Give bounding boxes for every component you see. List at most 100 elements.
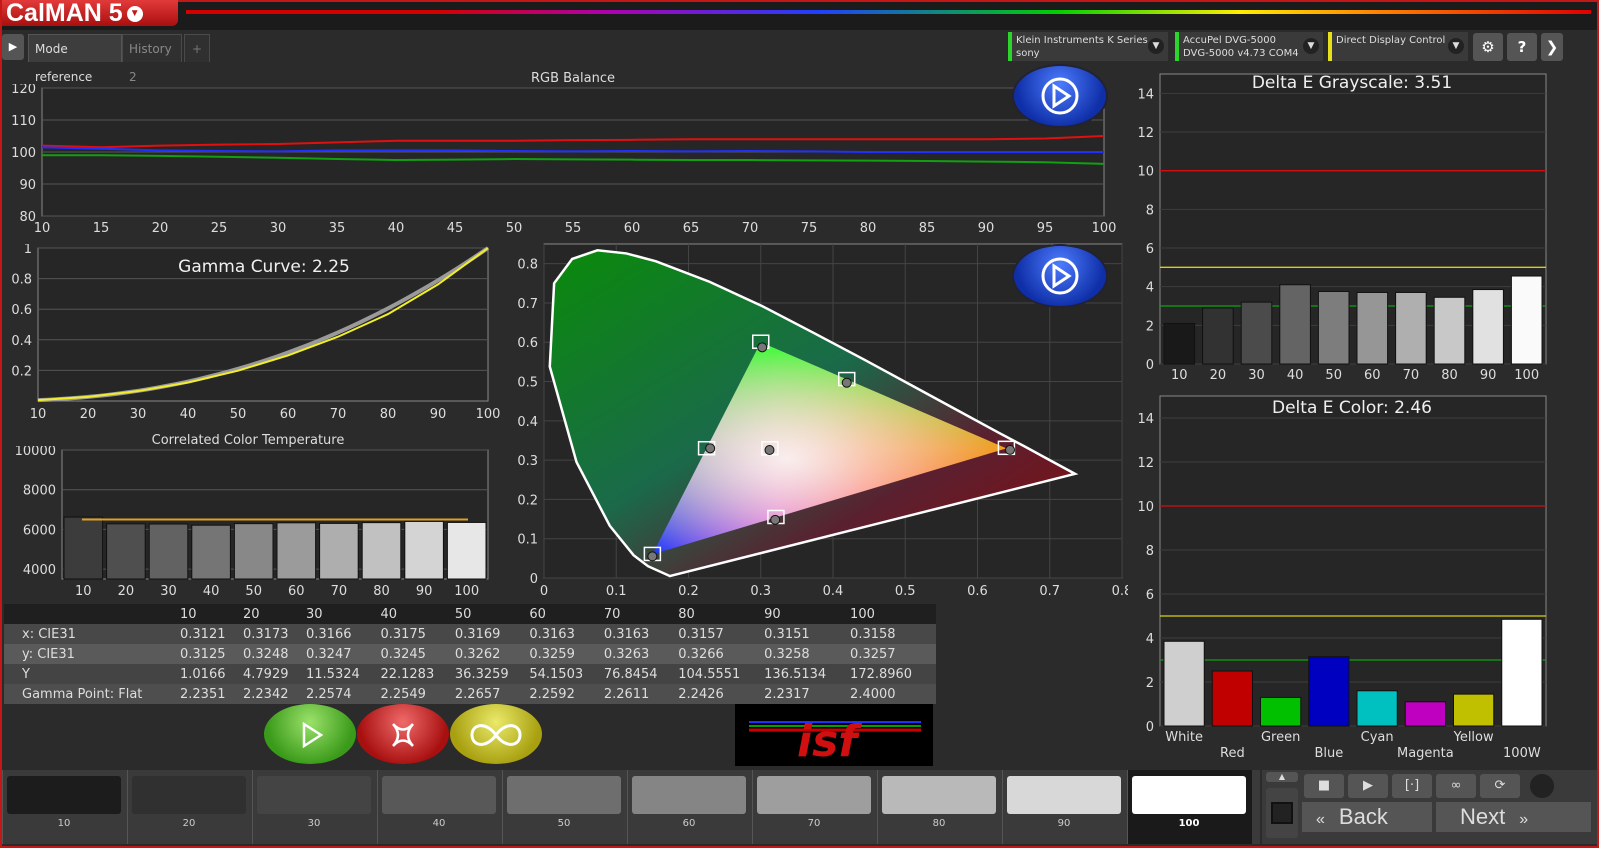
table-cell: 0.3266: [678, 646, 724, 662]
sidebar-toggle-play-icon[interactable]: ▶: [2, 34, 24, 60]
cct-bar: [446, 521, 487, 580]
x-tick-label: 20: [118, 584, 135, 599]
table-cell: 54.1503: [529, 666, 584, 682]
device-generator-selector[interactable]: AccuPel DVG-5000 DVG-5000 v4.73 COM4 ▼: [1175, 32, 1323, 61]
x-tick-label: 70: [330, 407, 347, 422]
x-tick-label: 90: [416, 584, 433, 599]
tab-history-2[interactable]: History 2: [122, 34, 182, 84]
help-button[interactable]: ?: [1507, 33, 1537, 61]
swatch-color: [1132, 776, 1246, 814]
x-tick-label: 40: [180, 407, 197, 422]
table-cell: 76.8454: [603, 666, 658, 682]
table-cell: 1.0166: [180, 666, 226, 682]
delta-e-bar: [1395, 291, 1427, 365]
add-tab-label: +: [191, 42, 203, 56]
x-tick-label: 100W: [1503, 746, 1541, 761]
play-button[interactable]: [264, 704, 356, 764]
next-button[interactable]: Next »: [1436, 802, 1591, 832]
y-tick-label: 4000: [23, 563, 56, 578]
table-cell: 0.3158: [850, 626, 896, 642]
cct-bar: [63, 516, 104, 580]
back-button[interactable]: « Back: [1302, 802, 1432, 832]
x-tick-label: 70: [742, 221, 759, 236]
swatch-10[interactable]: 10: [2, 770, 127, 844]
table-cell: 4.7929: [243, 666, 289, 682]
delta-e-bar: [1308, 656, 1350, 727]
table-cell: 2.2574: [306, 686, 352, 702]
delta-e-bar: [1279, 284, 1311, 365]
stop-button[interactable]: [357, 704, 449, 764]
collapse-button[interactable]: ❯: [1541, 33, 1563, 61]
stop-x-icon: [392, 723, 414, 747]
stop-button[interactable]: ■: [1304, 774, 1344, 798]
run-rgb-button[interactable]: [1012, 64, 1108, 128]
delta-e-bar: [1163, 322, 1196, 365]
chevron-down-icon[interactable]: ▼: [1148, 38, 1164, 54]
row-label: x: CIE31: [22, 626, 76, 642]
table-cell: 0.3163: [603, 626, 650, 642]
swatch-80[interactable]: 80: [877, 770, 1002, 844]
stop-pattern-button[interactable]: [1266, 788, 1298, 838]
device-name: Klein Instruments K Series: [1016, 35, 1148, 46]
navigation-panel: ▲ ■ ▶ [·] ∞ ⟳ « Back Next »: [1262, 770, 1597, 844]
table-cell: 0.3173: [243, 626, 289, 642]
chevron-down-icon[interactable]: ▼: [1448, 38, 1464, 54]
table-cell: 0.3151: [764, 626, 810, 642]
play-button[interactable]: ▶: [1348, 774, 1388, 798]
device-meter-selector[interactable]: Klein Instruments K Series sony ▼: [1008, 32, 1168, 61]
app-logo-menu[interactable]: CalMAN 5 ▼: [2, 0, 178, 26]
swatch-40[interactable]: 40: [377, 770, 502, 844]
delta-e-bar: [1510, 275, 1543, 365]
loop-button[interactable]: [450, 704, 542, 764]
y-tick-label: 1: [24, 244, 32, 257]
read-series-button[interactable]: [·]: [1392, 774, 1432, 798]
y-tick-label: 0.6: [517, 336, 538, 351]
swatch-100[interactable]: 100: [1127, 770, 1252, 844]
delta-e-bar: [1211, 670, 1253, 727]
add-tab-button[interactable]: +: [184, 34, 210, 62]
table-cell: 90: [764, 606, 781, 622]
table-cell: 0.3263: [603, 646, 650, 662]
device-display-selector[interactable]: Direct Display Control ▼: [1328, 32, 1468, 61]
table-cell: 2.4000: [850, 686, 896, 702]
loop-button[interactable]: ∞: [1436, 774, 1476, 798]
swatch-20[interactable]: 20: [127, 770, 252, 844]
run-cie-button[interactable]: [1012, 244, 1108, 308]
x-tick-label: 0.5: [895, 584, 916, 599]
x-tick-label: 80: [373, 584, 390, 599]
table-cell: 2.2351: [180, 686, 226, 702]
table-cell: 22.1283: [380, 666, 435, 682]
y-tick-label: 100: [11, 146, 36, 161]
swatch-30[interactable]: 30: [252, 770, 377, 844]
table-cell: 2.2426: [678, 686, 724, 702]
tab-mode-reference[interactable]: Mode reference: [28, 34, 122, 84]
refresh-button[interactable]: ⟳: [1480, 774, 1520, 798]
table-cell: 0.3262: [454, 646, 501, 662]
swatch-60[interactable]: 60: [627, 770, 752, 844]
x-tick-label: 90: [430, 407, 447, 422]
y-tick-label: 14: [1137, 87, 1154, 102]
swatch-label: 50: [557, 818, 571, 829]
x-tick-label: 35: [329, 221, 346, 236]
x-tick-label: 40: [203, 584, 220, 599]
table-cell: 2.2611: [603, 686, 650, 702]
cct-chart: 10000 8000 6000 4000 10 20 30 40 50 60 70 80 90 100: [15, 446, 489, 599]
stop-square-icon: [1271, 801, 1293, 824]
y-tick-label: 0.7: [517, 297, 538, 312]
swatch-90[interactable]: 90: [1002, 770, 1127, 844]
row-label: Y: [22, 666, 30, 682]
swatch-50[interactable]: 50: [502, 770, 627, 844]
delta-e-bar: [1433, 296, 1466, 365]
y-tick-label: 0: [1146, 720, 1154, 735]
swatch-70[interactable]: 70: [752, 770, 877, 844]
chevron-down-icon[interactable]: ▼: [1303, 38, 1319, 54]
scroll-up-button[interactable]: ▲: [1266, 772, 1298, 782]
cct-bar: [233, 523, 274, 580]
settings-button[interactable]: ⚙: [1473, 33, 1503, 61]
play-icon: ▶: [1363, 778, 1373, 793]
table-row: x: CIE31 0.3121 0.3173 0.3166 0.3175 0.3169 0.…: [4, 624, 936, 644]
measured-point: [841, 377, 852, 388]
table-cell: 104.5551: [678, 666, 741, 682]
x-tick-label: 60: [288, 584, 305, 599]
measured-point: [757, 342, 768, 353]
